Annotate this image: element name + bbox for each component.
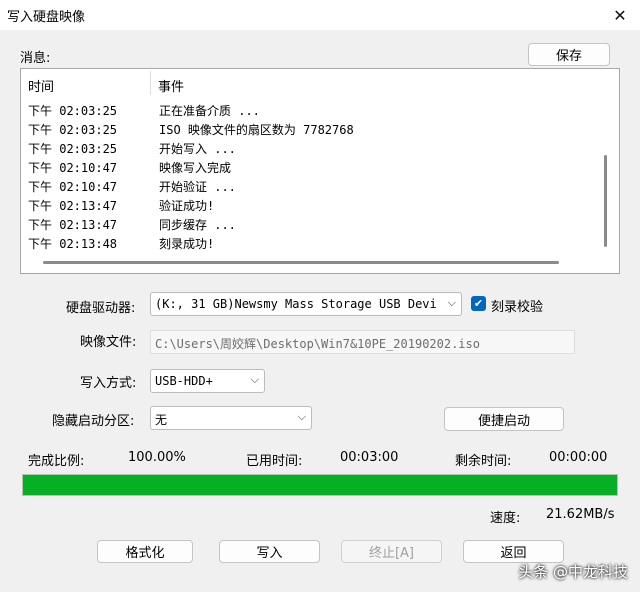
- log-time: 下午 02:10:47: [28, 180, 118, 194]
- log-row: 下午 02:03:25 开始写入 ...: [21, 138, 601, 157]
- quick-boot-button[interactable]: 便捷启动: [444, 407, 564, 431]
- elapsed-value: 00:03:00: [340, 450, 399, 465]
- message-log[interactable]: 时间 事件 下午 02:03:25 正在准备介质 ... 下午 02:03:25…: [20, 68, 620, 274]
- remaining-value: 00:00:00: [549, 450, 608, 465]
- image-file-label: 映像文件:: [80, 335, 137, 350]
- horizontal-scrollbar[interactable]: [43, 261, 559, 264]
- log-time: 下午 02:10:47: [28, 161, 118, 175]
- log-row: 下午 02:13:48 刻录成功!: [21, 233, 601, 252]
- log-row: 下午 02:03:25 正在准备介质 ...: [21, 100, 601, 119]
- log-row: 下午 02:13:47 同步缓存 ...: [21, 214, 601, 233]
- verify-checkbox[interactable]: ✔: [471, 296, 486, 311]
- log-event: 开始写入 ...: [159, 142, 236, 156]
- log-row: 下午 02:10:47 开始验证 ...: [21, 176, 601, 195]
- checkmark-icon: ✔: [473, 297, 484, 310]
- drive-value: (K:, 31 GB)Newsmy Mass Storage USB Devi: [155, 297, 437, 311]
- image-file-value: C:\Users\周姣辉\Desktop\Win7&10PE_20190202.…: [155, 337, 480, 351]
- chevron-down-icon: ⌵: [447, 296, 456, 309]
- write-mode-label: 写入方式:: [80, 376, 137, 391]
- drive-select[interactable]: (K:, 31 GB)Newsmy Mass Storage USB Devi …: [150, 292, 462, 316]
- speed-label: 速度:: [490, 511, 521, 526]
- hidden-partition-select[interactable]: 无 ⌵: [150, 406, 312, 430]
- window-title: 写入硬盘映像: [7, 10, 86, 25]
- messages-label: 消息:: [20, 51, 51, 66]
- close-icon[interactable]: ✕: [600, 0, 640, 30]
- write-button[interactable]: 写入: [219, 540, 320, 563]
- column-header-event[interactable]: 事件: [158, 76, 184, 95]
- log-time: 下午 02:03:25: [28, 142, 118, 156]
- image-file-field[interactable]: C:\Users\周姣辉\Desktop\Win7&10PE_20190202.…: [150, 330, 575, 354]
- log-event: 映像写入完成: [159, 161, 232, 175]
- speed-value: 21.62MB/s: [546, 507, 615, 522]
- log-row: 下午 02:13:47 验证成功!: [21, 195, 601, 214]
- log-time: 下午 02:13:47: [28, 218, 118, 232]
- log-event: 刻录成功!: [159, 237, 215, 251]
- log-row: 下午 02:03:25 ISO 映像文件的扇区数为 7782768: [21, 119, 601, 138]
- log-time: 下午 02:03:25: [28, 123, 118, 137]
- log-time: 下午 02:03:25: [28, 104, 118, 118]
- ratio-value: 100.00%: [128, 450, 186, 465]
- chevron-down-icon: ⌵: [250, 373, 259, 386]
- log-header: 时间 事件: [21, 69, 619, 99]
- log-time: 下午 02:13:48: [28, 237, 118, 251]
- remaining-label: 剩余时间:: [455, 454, 512, 469]
- write-mode-select[interactable]: USB-HDD+ ⌵: [150, 369, 265, 393]
- back-button[interactable]: 返回: [463, 540, 564, 563]
- log-event: 开始验证 ...: [159, 180, 236, 194]
- save-button[interactable]: 保存: [528, 43, 610, 66]
- write-mode-value: USB-HDD+: [155, 374, 213, 388]
- progress-fill: [23, 475, 617, 495]
- vertical-scrollbar[interactable]: [604, 155, 607, 247]
- chevron-down-icon: ⌵: [297, 410, 306, 423]
- verify-label: 刻录校验: [491, 300, 544, 315]
- format-button[interactable]: 格式化: [97, 540, 193, 563]
- column-separator: [150, 71, 151, 95]
- log-event: 同步缓存 ...: [159, 218, 236, 232]
- hidden-partition-label: 隐藏启动分区:: [52, 414, 135, 429]
- elapsed-label: 已用时间:: [246, 454, 303, 469]
- log-event: ISO 映像文件的扇区数为 7782768: [159, 123, 354, 137]
- ratio-label: 完成比例:: [28, 454, 85, 469]
- progress-bar: [22, 474, 618, 496]
- hidden-partition-value: 无: [155, 413, 168, 427]
- title-bar: 写入硬盘映像 ✕: [0, 0, 640, 30]
- drive-label: 硬盘驱动器:: [66, 301, 136, 316]
- watermark: 头条 @中龙科技: [518, 563, 628, 581]
- log-time: 下午 02:13:47: [28, 199, 118, 213]
- log-event: 正在准备介质 ...: [159, 104, 260, 118]
- stop-button[interactable]: 终止[A]: [341, 540, 442, 563]
- log-row: 下午 02:10:47 映像写入完成: [21, 157, 601, 176]
- log-event: 验证成功!: [159, 199, 215, 213]
- column-header-time[interactable]: 时间: [28, 76, 54, 95]
